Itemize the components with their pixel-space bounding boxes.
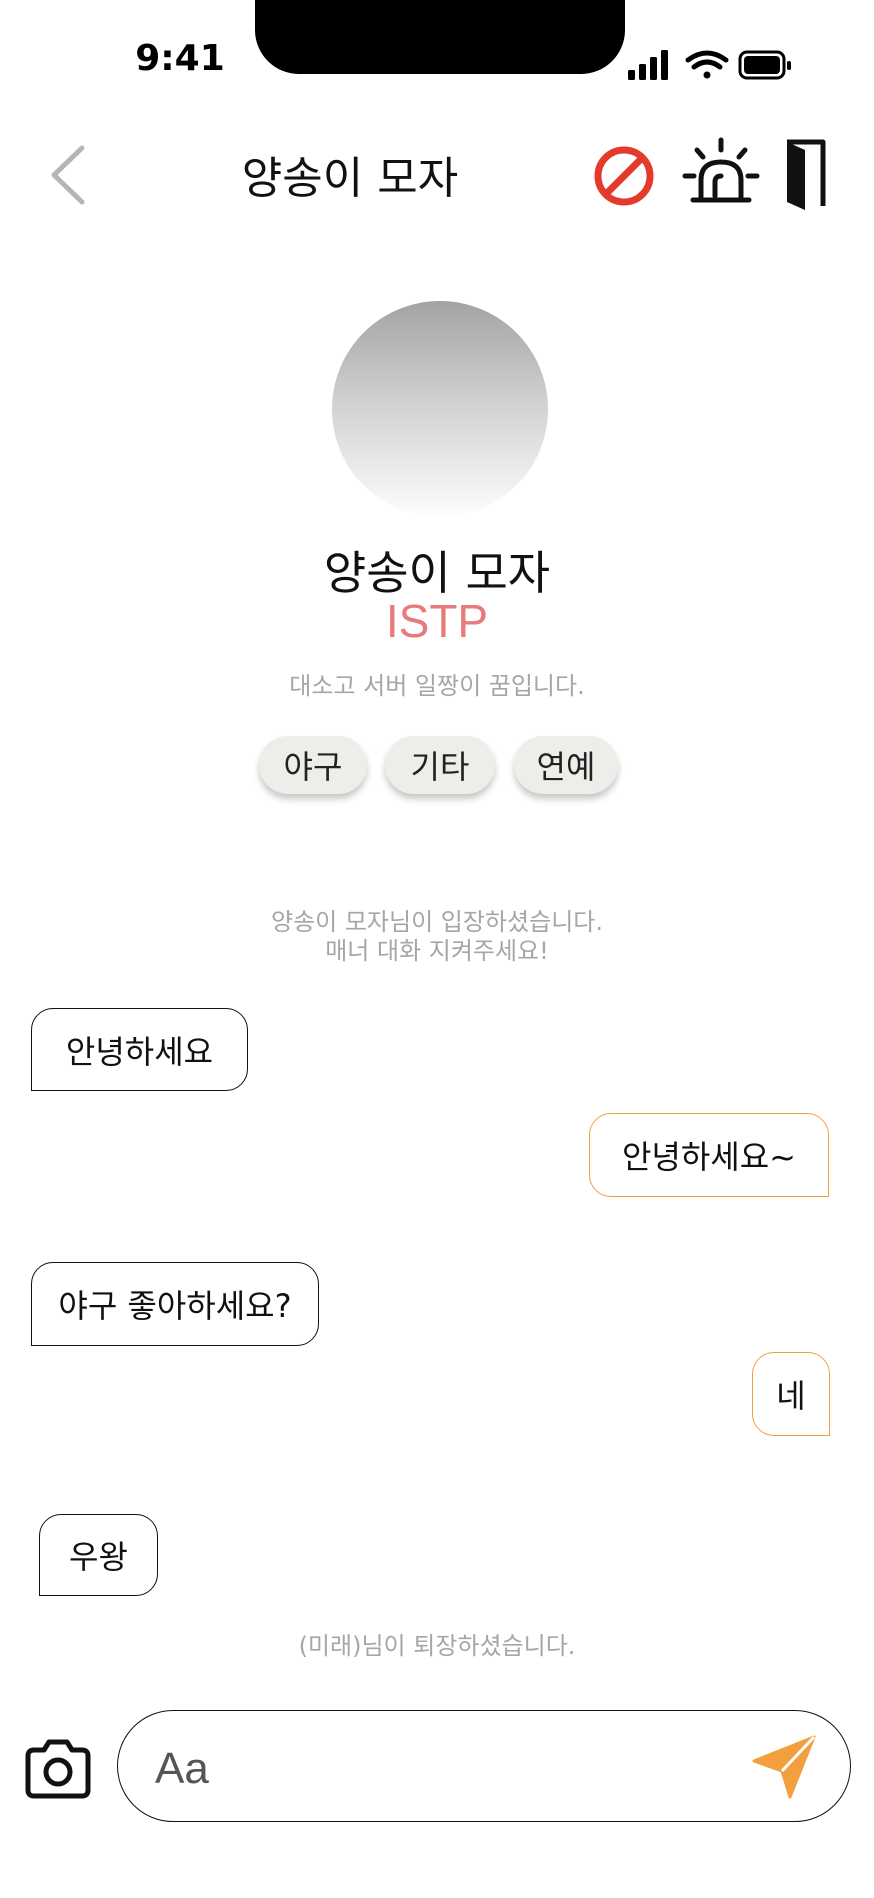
message-bubble-outgoing[interactable]: 안녕하세요~ [589, 1113, 829, 1197]
block-button[interactable] [589, 138, 659, 214]
exit-button[interactable] [775, 136, 835, 212]
send-icon [752, 1735, 816, 1799]
system-message-line: 양송이 모자님이 입장하셨습니다. [270, 908, 603, 936]
interest-tag: 기타 [385, 736, 495, 794]
message-bubble-incoming[interactable]: 야구 좋아하세요? [31, 1262, 319, 1346]
camera-button[interactable] [22, 1738, 94, 1800]
back-button[interactable] [40, 140, 100, 210]
siren-icon [682, 137, 760, 203]
avatar[interactable] [332, 301, 548, 517]
profile-bio: 대소고 서버 일짱이 꿈입니다. [289, 672, 585, 700]
report-button[interactable] [681, 136, 761, 212]
door-icon [787, 139, 826, 210]
interest-tag: 야구 [259, 736, 367, 794]
message-bubble-incoming[interactable]: 안녕하세요 [31, 1008, 248, 1091]
system-message-leave: (미래)님이 퇴장하셨습니다. [298, 1632, 576, 1660]
status-icons [628, 48, 808, 88]
camera-icon [25, 1739, 91, 1799]
profile-mbti: ISTP [385, 595, 489, 647]
wifi-icon [685, 50, 729, 79]
send-button[interactable] [750, 1733, 818, 1801]
signal-icon [628, 50, 668, 80]
chevron-left-icon [51, 145, 85, 205]
system-message-enter: 양송이 모자님이 입장하셨습니다. 매너 대화 지켜주세요! [187, 908, 687, 966]
message-bubble-outgoing[interactable]: 네 [752, 1352, 830, 1436]
system-message-line: 매너 대화 지켜주세요! [325, 937, 549, 965]
interest-tag: 연예 [514, 736, 618, 794]
device-notch [255, 0, 625, 74]
page-title: 양송이 모자 [241, 153, 459, 204]
block-icon [594, 146, 654, 206]
message-bubble-incoming[interactable]: 우왕 [39, 1514, 158, 1596]
battery-icon [738, 50, 791, 80]
status-time: 9:41 [135, 38, 225, 79]
message-input[interactable] [155, 1741, 715, 1797]
